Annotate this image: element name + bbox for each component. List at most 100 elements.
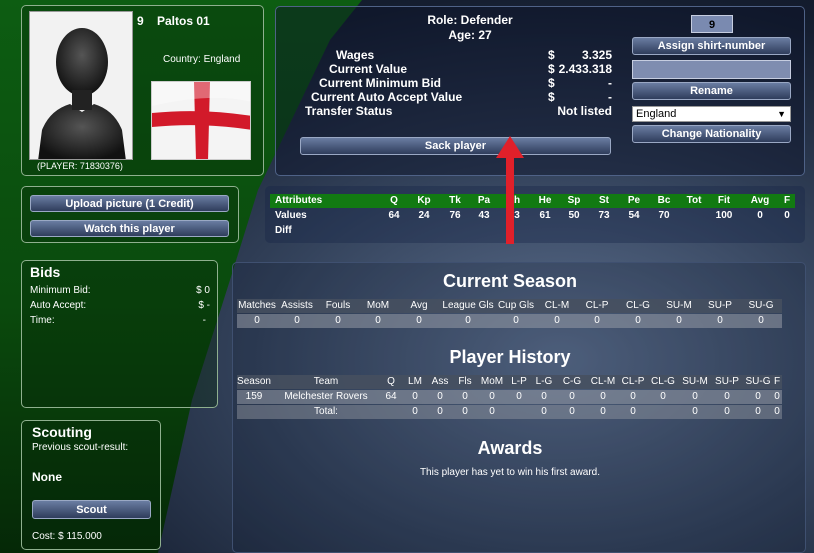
hist-header: L-G bbox=[535, 376, 553, 387]
rename-button[interactable]: Rename bbox=[632, 82, 791, 100]
hist-header: Team bbox=[313, 376, 339, 387]
hist-cell: 0 bbox=[569, 391, 575, 402]
player-age: Age: 27 bbox=[448, 28, 492, 42]
cs-header: CL-P bbox=[585, 300, 609, 311]
cs-value: 0 bbox=[676, 315, 682, 326]
cs-value: 0 bbox=[635, 315, 641, 326]
scout-button[interactable]: Scout bbox=[32, 500, 151, 519]
attributes-values-row: Values 64 24 76 43 3 61 50 73 54 70 100 … bbox=[0, 210, 814, 224]
history-header-row: Season Team Q LM Ass Fls MoM L-P L-G C-G… bbox=[0, 376, 814, 390]
change-nationality-button[interactable]: Change Nationality bbox=[632, 125, 791, 143]
hist-header: F bbox=[773, 376, 781, 387]
player-photo bbox=[29, 11, 133, 160]
transfer-status-label: Transfer Status bbox=[305, 104, 393, 118]
assign-shirt-number-button[interactable]: Assign shirt-number bbox=[632, 37, 791, 55]
nationality-select-value: England bbox=[636, 108, 677, 120]
hist-header: CL-M bbox=[590, 376, 616, 387]
hist-cell: 159 bbox=[245, 391, 263, 402]
nationality-select[interactable]: England ▼ bbox=[632, 106, 791, 122]
player-id: (PLAYER: 71830376) bbox=[37, 161, 123, 171]
hist-cell: 0 bbox=[541, 391, 547, 402]
attr-value: 70 bbox=[658, 210, 670, 221]
cs-header: CL-G bbox=[626, 300, 650, 311]
attr-header: Q bbox=[390, 195, 398, 206]
hist-total-cell: 0 bbox=[489, 406, 495, 417]
cs-header: Assists bbox=[281, 300, 313, 311]
hist-cell: 0 bbox=[516, 391, 522, 402]
attr-header: Tot bbox=[686, 195, 702, 206]
attributes-header-row: Attributes Q Kp Tk Pa h He Sp St Pe Bc T… bbox=[0, 195, 814, 209]
country-label: Country: England bbox=[163, 54, 241, 65]
rename-input[interactable] bbox=[632, 60, 791, 79]
attr-value: 24 bbox=[418, 210, 430, 221]
hist-header: SU-G bbox=[745, 376, 771, 387]
hist-header: Fls bbox=[458, 376, 472, 387]
shirt-number: 9 bbox=[137, 14, 144, 28]
hist-header: L-P bbox=[511, 376, 527, 387]
attr-value: 54 bbox=[628, 210, 640, 221]
bids-title: Bids bbox=[30, 264, 61, 280]
attr-values-label: Values bbox=[275, 210, 307, 221]
cs-value: 0 bbox=[294, 315, 300, 326]
hist-header: Ass bbox=[431, 376, 449, 387]
hist-cell: 0 bbox=[412, 391, 418, 402]
cs-header: SU-G bbox=[748, 300, 774, 311]
hist-header: LM bbox=[408, 376, 422, 387]
scouting-result: None bbox=[32, 470, 62, 484]
current-value-amount: 2.433.318 bbox=[558, 62, 612, 76]
attr-value: 73 bbox=[598, 210, 610, 221]
cs-header: SU-P bbox=[708, 300, 732, 311]
hist-total-cell: 0 bbox=[569, 406, 575, 417]
sack-player-button[interactable]: Sack player bbox=[300, 137, 611, 155]
attr-diff-label: Diff bbox=[275, 225, 292, 236]
cs-header: League Gls bbox=[442, 300, 494, 311]
attr-header: Bc bbox=[657, 195, 671, 206]
hist-cell: 0 bbox=[774, 391, 780, 402]
hist-cell: Melchester Rovers bbox=[284, 391, 368, 402]
attr-header: Tk bbox=[449, 195, 461, 206]
hist-header: C-G bbox=[562, 376, 582, 387]
attr-value: 50 bbox=[568, 210, 580, 221]
wages-value: 3.325 bbox=[581, 48, 612, 62]
hist-total-cell: 0 bbox=[755, 406, 761, 417]
attr-value: 61 bbox=[539, 210, 551, 221]
cs-value: 0 bbox=[513, 315, 519, 326]
hist-cell: 0 bbox=[489, 391, 495, 402]
transfer-status-value: Not listed bbox=[557, 104, 612, 118]
current-season-values-row: 0 0 0 0 0 0 0 0 0 0 0 0 0 bbox=[0, 315, 814, 329]
hist-header: SU-P bbox=[715, 376, 739, 387]
attr-header: Avg bbox=[750, 195, 770, 206]
cs-value: 0 bbox=[375, 315, 381, 326]
shirt-number-input[interactable]: 9 bbox=[691, 15, 733, 33]
cs-header: SU-M bbox=[666, 300, 692, 311]
cs-value: 0 bbox=[554, 315, 560, 326]
hist-header: SU-M bbox=[682, 376, 708, 387]
attr-header: Pe bbox=[627, 195, 641, 206]
hist-total-cell: 0 bbox=[437, 406, 443, 417]
hist-total-cell: 0 bbox=[462, 406, 468, 417]
attr-value: 76 bbox=[449, 210, 461, 221]
min-bid-currency: $ bbox=[548, 76, 555, 90]
attr-header: Sp bbox=[567, 195, 581, 206]
player-history-title: Player History bbox=[449, 347, 571, 367]
cs-header: CL-M bbox=[544, 300, 570, 311]
scouting-cost: Cost: $ 115.000 bbox=[32, 531, 102, 542]
awards-title: Awards bbox=[477, 438, 543, 458]
hist-cell: 64 bbox=[385, 391, 397, 402]
hist-total-cell: 0 bbox=[692, 406, 698, 417]
attr-header: F bbox=[783, 195, 791, 206]
hist-cell: 0 bbox=[724, 391, 730, 402]
hist-header: CL-G bbox=[651, 376, 675, 387]
current-value-label: Current Value bbox=[329, 62, 408, 76]
attr-header: St bbox=[599, 195, 609, 206]
hist-total-cell: 0 bbox=[412, 406, 418, 417]
cs-value: 0 bbox=[717, 315, 723, 326]
silhouette-icon bbox=[38, 28, 126, 159]
cs-header: Matches bbox=[238, 300, 276, 311]
hist-header: MoM bbox=[480, 376, 504, 387]
hist-cell: 0 bbox=[692, 391, 698, 402]
history-season-row: 159 Melchester Rovers 64 0 0 0 0 0 0 0 0… bbox=[0, 391, 814, 405]
hist-cell: 0 bbox=[437, 391, 443, 402]
attributes-diff-row: Diff bbox=[275, 225, 292, 239]
cs-header: Avg bbox=[410, 300, 428, 311]
